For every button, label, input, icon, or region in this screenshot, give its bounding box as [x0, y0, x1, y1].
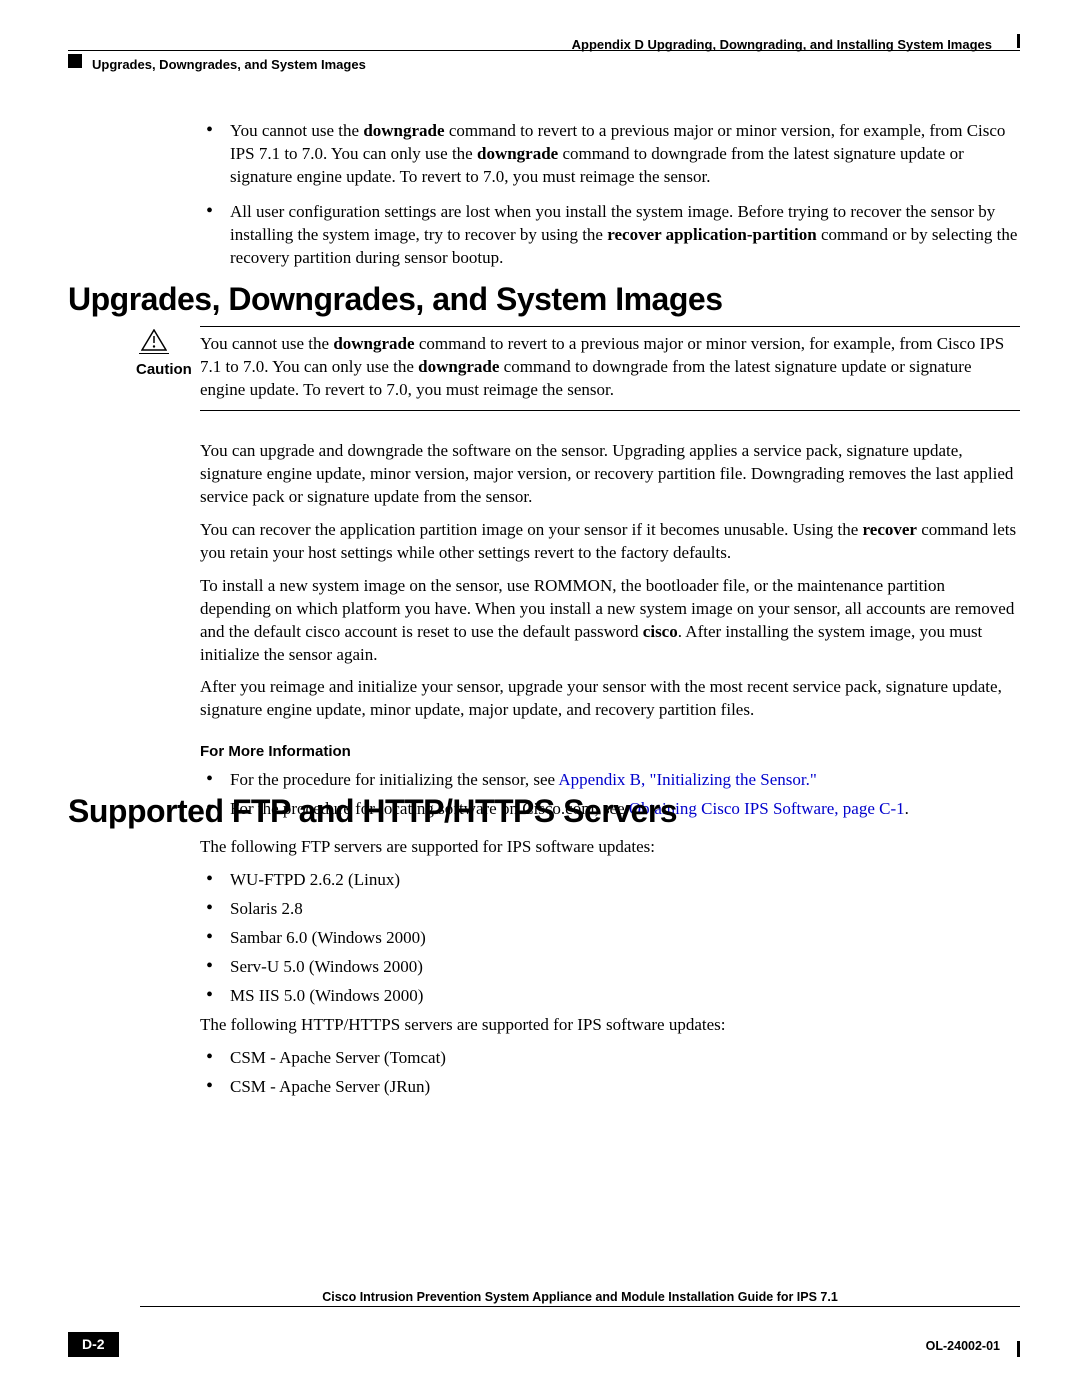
header-edge-mark — [1003, 34, 1020, 48]
page: Appendix D Upgrading, Downgrading, and I… — [0, 0, 1080, 1397]
list-item: All user configuration settings are lost… — [200, 201, 1020, 270]
section2-body: The following FTP servers are supported … — [200, 836, 1020, 1104]
ftp-server-list: WU-FTPD 2.6.2 (Linux) Solaris 2.8 Sambar… — [200, 869, 1020, 1008]
header-square-icon — [68, 54, 82, 68]
page-header: Appendix D Upgrading, Downgrading, and I… — [68, 36, 1020, 96]
paragraph: The following HTTP/HTTPS servers are sup… — [200, 1014, 1020, 1037]
caution-label: Caution — [136, 360, 192, 380]
paragraph: You can upgrade and downgrade the softwa… — [200, 440, 1020, 509]
caution-block: Caution You cannot use the downgrade com… — [140, 326, 1020, 411]
list-item: CSM - Apache Server (Tomcat) — [200, 1047, 1020, 1070]
footer-doc-id: OL-24002-01 — [926, 1338, 1000, 1355]
top-bullet-list: You cannot use the downgrade command to … — [200, 120, 1020, 282]
list-item: Sambar 6.0 (Windows 2000) — [200, 927, 1020, 950]
paragraph: To install a new system image on the sen… — [200, 575, 1020, 667]
section-heading-upgrades: Upgrades, Downgrades, and System Images — [68, 278, 722, 321]
link-appendix-b[interactable]: Appendix B, "Initializing the Sensor." — [558, 770, 816, 789]
list-item: CSM - Apache Server (JRun) — [200, 1076, 1020, 1099]
for-more-info-heading: For More Information — [200, 742, 1020, 762]
paragraph: After you reimage and initialize your se… — [200, 676, 1020, 722]
section1-body: You can upgrade and downgrade the softwa… — [200, 440, 1020, 826]
list-item: WU-FTPD 2.6.2 (Linux) — [200, 869, 1020, 892]
list-item: You cannot use the downgrade command to … — [200, 120, 1020, 189]
caution-icon — [139, 329, 169, 354]
section-heading-servers: Supported FTP and HTTP/HTTPS Servers — [68, 790, 677, 833]
list-item: For the procedure for initializing the s… — [200, 769, 1020, 792]
footer-page-number: D-2 — [68, 1332, 119, 1357]
http-server-list: CSM - Apache Server (Tomcat) CSM - Apach… — [200, 1047, 1020, 1099]
list-item: MS IIS 5.0 (Windows 2000) — [200, 985, 1020, 1008]
list-item: Serv-U 5.0 (Windows 2000) — [200, 956, 1020, 979]
footer-book-title: Cisco Intrusion Prevention System Applia… — [140, 1289, 1020, 1306]
page-footer: Cisco Intrusion Prevention System Applia… — [68, 1307, 1020, 1357]
header-appendix-label: Appendix D Upgrading, Downgrading, and I… — [572, 36, 992, 54]
list-item: Solaris 2.8 — [200, 898, 1020, 921]
header-topic-label: Upgrades, Downgrades, and System Images — [92, 56, 366, 74]
paragraph: You can recover the application partitio… — [200, 519, 1020, 565]
paragraph: The following FTP servers are supported … — [200, 836, 1020, 859]
footer-edge-mark — [1017, 1341, 1020, 1357]
caution-text: You cannot use the downgrade command to … — [200, 326, 1020, 411]
